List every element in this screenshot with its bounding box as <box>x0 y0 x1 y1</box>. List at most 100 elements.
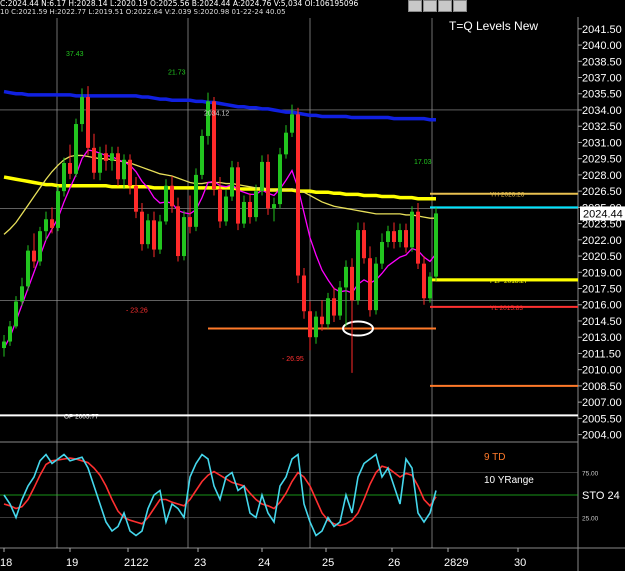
toolbar-button-3[interactable] <box>438 0 452 12</box>
candle-body-71 <box>428 276 432 299</box>
time-label-4: 24 <box>258 557 270 569</box>
header-stats: C:2024.44 N:6.17 H:2028.14 L:2020.19 O:2… <box>0 0 359 8</box>
time-label-0: 18 <box>0 557 12 569</box>
time-label-2: 2122 <box>124 557 148 569</box>
price-label-0: 2041.50 <box>582 24 622 36</box>
price-label-6: 2032.50 <box>582 121 622 133</box>
current-price-label: 2024.44 <box>583 208 623 220</box>
candle-body-61 <box>368 258 372 311</box>
candle-body-51 <box>308 311 312 338</box>
price-label-7: 2031.00 <box>582 137 622 149</box>
candle-body-39 <box>236 167 240 224</box>
candle-body-4 <box>26 250 30 287</box>
annotation-3: 17.03 <box>414 159 432 166</box>
candle-body-40 <box>242 201 246 224</box>
price-label-21: 2010.00 <box>582 365 622 377</box>
candle-body-43 <box>260 161 264 192</box>
price-label-20: 2011.50 <box>582 348 621 360</box>
level-label-3: YH 2026.26 <box>490 192 525 199</box>
candle-body-8 <box>50 219 54 228</box>
candle-body-29 <box>176 206 180 257</box>
candle-body-36 <box>218 188 222 222</box>
price-label-3: 2037.00 <box>582 73 622 85</box>
time-label-1: 19 <box>66 557 78 569</box>
time-label-8: 30 <box>514 557 526 569</box>
header-info: 10 C:2021.59 H:2022.77 L:2019.51 O:2022.… <box>0 8 286 16</box>
candle-body-10 <box>62 162 66 192</box>
candle-body-41 <box>248 201 252 218</box>
time-label-7: 2829 <box>444 557 468 569</box>
candle-body-31 <box>188 217 192 227</box>
candle-body-28 <box>170 185 174 207</box>
candle-body-53 <box>320 316 324 325</box>
time-label-5: 25 <box>322 557 334 569</box>
price-label-18: 2014.50 <box>582 316 622 328</box>
candle-body-56 <box>338 287 342 316</box>
candle-body-55 <box>332 298 336 316</box>
chart-title: T=Q Levels New <box>449 19 539 33</box>
candle-body-25 <box>152 220 156 250</box>
level-label-2: YL 2015.83 <box>490 305 523 312</box>
sto-label: STO 24 <box>582 490 620 502</box>
candle-body-49 <box>296 114 300 276</box>
candle-body-15 <box>92 147 96 173</box>
candle-body-23 <box>140 211 144 245</box>
candle-body-19 <box>116 153 120 180</box>
candle-body-5 <box>32 250 36 262</box>
candle-body-50 <box>302 275 306 312</box>
candle-body-66 <box>398 230 402 242</box>
price-label-5: 2034.00 <box>582 105 622 117</box>
candle-body-26 <box>158 221 162 250</box>
annotation-0: 37.43 <box>66 51 84 58</box>
price-label-19: 2013.00 <box>582 332 622 344</box>
toolbar-button-4[interactable] <box>453 0 467 12</box>
candle-body-45 <box>272 204 276 209</box>
candle-body-13 <box>80 96 84 125</box>
candle-body-12 <box>74 124 78 174</box>
annotation-1: 21.73 <box>168 69 186 76</box>
candle-body-1 <box>8 326 12 342</box>
candle-body-18 <box>110 153 114 161</box>
price-label-22: 2008.50 <box>582 381 622 393</box>
candle-body-20 <box>122 159 126 180</box>
candle-body-21 <box>128 159 132 186</box>
candle-body-62 <box>374 263 378 311</box>
yrange-label: 10 YRange <box>484 475 534 486</box>
candle-body-69 <box>416 211 420 264</box>
time-label-6: 26 <box>388 557 400 569</box>
price-label-10: 2026.50 <box>582 186 622 198</box>
toolbar-button-1[interactable] <box>408 0 422 12</box>
candle-body-58 <box>350 266 354 301</box>
candle-body-42 <box>254 191 258 218</box>
candle-body-63 <box>380 241 384 264</box>
candle-body-7 <box>44 219 48 232</box>
candle-body-3 <box>20 286 24 302</box>
candle-body-14 <box>86 96 90 148</box>
candle-body-54 <box>326 298 330 325</box>
candle-body-44 <box>266 161 270 209</box>
candle-body-65 <box>392 231 396 242</box>
price-label-4: 2035.50 <box>582 89 622 101</box>
annotation-2: 2034.12 <box>204 110 229 117</box>
price-label-13: 2022.00 <box>582 235 622 247</box>
toolbar-button-2[interactable] <box>423 0 437 12</box>
candle-body-72 <box>434 213 438 277</box>
price-label-17: 2016.00 <box>582 300 622 312</box>
header-bar: C:2024.44 N:6.17 H:2028.14 L:2020.19 O:2… <box>0 0 580 17</box>
candle-body-57 <box>344 266 348 288</box>
candle-body-33 <box>200 135 204 175</box>
price-label-9: 2028.00 <box>582 170 622 182</box>
candle-body-67 <box>404 230 408 248</box>
candle-body-48 <box>290 114 294 133</box>
candle-body-46 <box>278 154 282 205</box>
candle-body-22 <box>134 185 138 212</box>
candle-body-2 <box>14 301 18 327</box>
candle-body-0 <box>2 341 6 349</box>
candle-body-9 <box>56 191 60 228</box>
candle-body-47 <box>284 132 288 155</box>
annotation-4: - 23.26 <box>126 307 148 314</box>
candle-body-52 <box>314 316 318 338</box>
candle-body-16 <box>98 153 102 173</box>
price-label-24: 2005.50 <box>582 413 622 425</box>
candle-body-68 <box>410 211 414 248</box>
